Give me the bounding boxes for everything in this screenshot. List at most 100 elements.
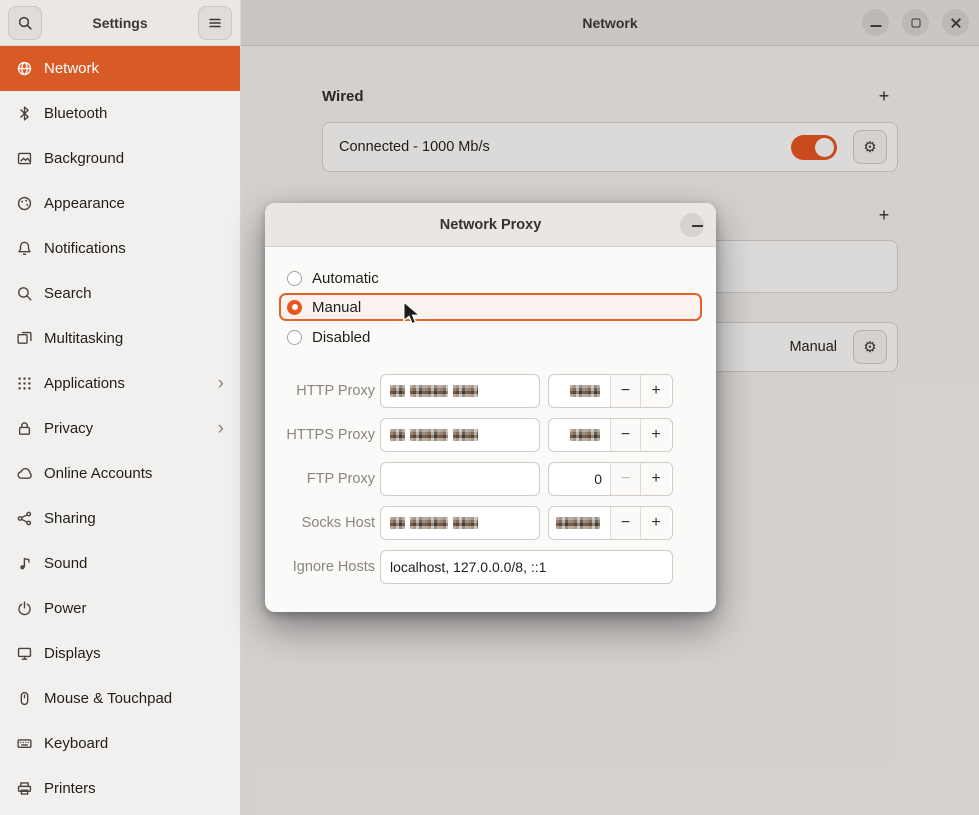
- add-vpn-button[interactable]: +: [870, 201, 898, 229]
- minimize-button[interactable]: [862, 9, 889, 36]
- maximize-button[interactable]: [902, 9, 929, 36]
- sidebar-item-bluetooth[interactable]: Bluetooth: [0, 91, 240, 136]
- chevron-right-icon: ›: [218, 419, 224, 438]
- decrement-button[interactable]: −: [611, 375, 641, 407]
- sidebar-item-background[interactable]: Background: [0, 136, 240, 181]
- sidebar-item-label: Notifications: [44, 240, 126, 257]
- sidebar-item-mouse-touchpad[interactable]: Mouse & Touchpad: [0, 676, 240, 721]
- sidebar-item-label: Network: [44, 60, 99, 77]
- decrement-button[interactable]: −: [611, 419, 641, 451]
- https-proxy-input[interactable]: [380, 418, 540, 452]
- sidebar-item-printers[interactable]: Printers: [0, 766, 240, 811]
- search-button[interactable]: [8, 6, 42, 40]
- sidebar-item-label: Privacy: [44, 420, 93, 437]
- sidebar-nav: Network Bluetooth Background Appearance …: [0, 46, 240, 815]
- sidebar-item-sound[interactable]: Sound: [0, 541, 240, 586]
- proxy-mode-value: Manual: [789, 339, 837, 355]
- radio-unselected-icon: [287, 271, 302, 286]
- http-port-value[interactable]: [549, 375, 611, 407]
- keyboard-icon: [16, 735, 33, 752]
- minimize-icon: [870, 25, 881, 27]
- sidebar-item-network[interactable]: Network: [0, 46, 240, 91]
- sidebar-item-keyboard[interactable]: Keyboard: [0, 721, 240, 766]
- search-icon: [17, 15, 33, 31]
- decrement-button[interactable]: −: [611, 507, 641, 539]
- sidebar-item-appearance[interactable]: Appearance: [0, 181, 240, 226]
- bluetooth-icon: [16, 105, 33, 122]
- wired-connection-row: Connected - 1000 Mb/s ⚙: [322, 122, 898, 172]
- sidebar-item-sharing[interactable]: Sharing: [0, 496, 240, 541]
- page-title: Network: [582, 15, 637, 31]
- http-proxy-input[interactable]: [380, 374, 540, 408]
- proxy-option-automatic[interactable]: Automatic: [287, 265, 694, 291]
- network-icon: [16, 60, 33, 77]
- add-wired-button[interactable]: +: [870, 82, 898, 110]
- option-label: Automatic: [312, 270, 379, 287]
- socks-port-spinner: − +: [548, 506, 673, 540]
- socks-host-label: Socks Host: [281, 515, 380, 531]
- ftp-proxy-label: FTP Proxy: [281, 471, 380, 487]
- sidebar-item-privacy[interactable]: Privacy ›: [0, 406, 240, 451]
- sidebar-item-applications[interactable]: Applications ›: [0, 361, 240, 406]
- sidebar-item-notifications[interactable]: Notifications: [0, 226, 240, 271]
- https-proxy-label: HTTPS Proxy: [281, 427, 380, 443]
- multitasking-icon: [16, 330, 33, 347]
- http-port-spinner: − +: [548, 374, 673, 408]
- option-label: Disabled: [312, 329, 370, 346]
- ftp-proxy-input[interactable]: [380, 462, 540, 496]
- socks-port-value[interactable]: [549, 507, 611, 539]
- main-headerbar: Network: [241, 0, 979, 46]
- ignore-hosts-value: localhost, 127.0.0.0/8, ::1: [390, 559, 546, 575]
- lock-icon: [16, 420, 33, 437]
- ftp-port-value[interactable]: 0: [549, 463, 611, 495]
- sidebar-item-multitasking[interactable]: Multitasking: [0, 316, 240, 361]
- close-button[interactable]: [942, 9, 969, 36]
- decrement-button[interactable]: −: [611, 463, 641, 495]
- sidebar-item-label: Multitasking: [44, 330, 123, 347]
- option-label: Manual: [312, 299, 361, 316]
- settings-window: Settings Network Bluetooth Background Ap…: [0, 0, 979, 815]
- power-icon: [16, 600, 33, 617]
- radio-unselected-icon: [287, 330, 302, 345]
- http-proxy-label: HTTP Proxy: [281, 383, 380, 399]
- redacted-value: [390, 429, 478, 441]
- sidebar-headerbar: Settings: [0, 0, 240, 46]
- redacted-value: [570, 385, 600, 397]
- menu-button[interactable]: [198, 6, 232, 40]
- proxy-option-disabled[interactable]: Disabled: [287, 324, 694, 350]
- dialog-close-button[interactable]: [680, 213, 704, 237]
- music-note-icon: [16, 555, 33, 572]
- sidebar-item-label: Applications: [44, 375, 125, 392]
- printer-icon: [16, 780, 33, 797]
- ignore-hosts-input[interactable]: localhost, 127.0.0.0/8, ::1: [380, 550, 673, 584]
- sidebar-item-online-accounts[interactable]: Online Accounts: [0, 451, 240, 496]
- sidebar-item-label: Power: [44, 600, 87, 617]
- cloud-icon: [16, 465, 33, 482]
- proxy-settings-button[interactable]: ⚙: [853, 330, 887, 364]
- app-title: Settings: [42, 15, 198, 31]
- https-port-value[interactable]: [549, 419, 611, 451]
- sidebar-item-label: Printers: [44, 780, 96, 797]
- redacted-value: [570, 429, 600, 441]
- sidebar-item-label: Online Accounts: [44, 465, 152, 482]
- hamburger-icon: [207, 15, 223, 31]
- sidebar: Settings Network Bluetooth Background Ap…: [0, 0, 241, 815]
- increment-button[interactable]: +: [641, 375, 671, 407]
- background-icon: [16, 150, 33, 167]
- sidebar-item-search[interactable]: Search: [0, 271, 240, 316]
- chevron-right-icon: ›: [218, 374, 224, 393]
- sidebar-item-label: Search: [44, 285, 92, 302]
- sidebar-item-label: Displays: [44, 645, 101, 662]
- increment-button[interactable]: +: [641, 463, 671, 495]
- proxy-option-manual[interactable]: Manual: [279, 293, 702, 321]
- socks-host-input[interactable]: [380, 506, 540, 540]
- ftp-proxy-row: FTP Proxy 0 − +: [281, 462, 686, 496]
- wired-toggle[interactable]: [791, 135, 837, 160]
- wired-settings-button[interactable]: ⚙: [853, 130, 887, 164]
- sidebar-item-power[interactable]: Power: [0, 586, 240, 631]
- sidebar-item-label: Keyboard: [44, 735, 108, 752]
- increment-button[interactable]: +: [641, 419, 671, 451]
- socks-host-row: Socks Host − +: [281, 506, 686, 540]
- increment-button[interactable]: +: [641, 507, 671, 539]
- sidebar-item-displays[interactable]: Displays: [0, 631, 240, 676]
